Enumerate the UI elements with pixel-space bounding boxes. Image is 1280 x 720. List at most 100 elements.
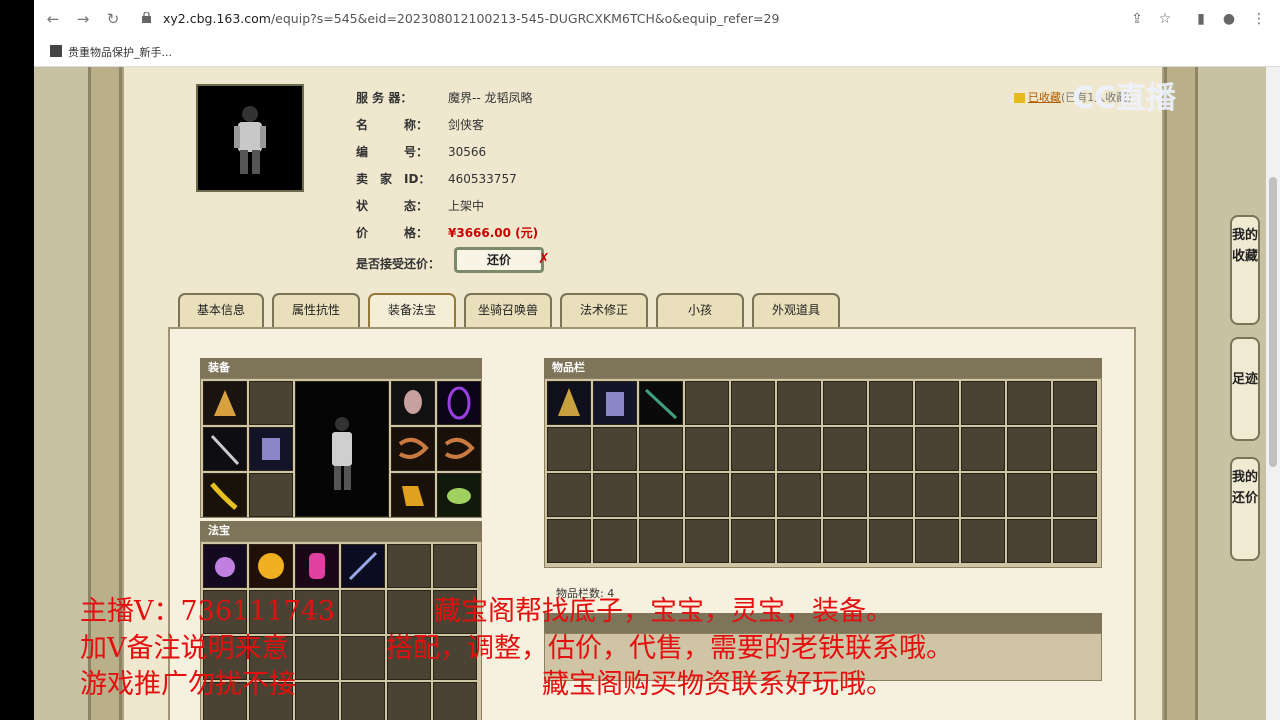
inventory-slot-empty[interactable] <box>777 427 821 471</box>
favorite-link[interactable]: 已收藏 <box>1028 91 1061 104</box>
inventory-slot-empty[interactable] <box>547 519 591 563</box>
inventory-slot-empty[interactable] <box>731 427 775 471</box>
inventory-slot-empty[interactable] <box>961 473 1005 517</box>
inventory-slot-empty[interactable] <box>1053 381 1097 425</box>
inventory-slot-empty[interactable] <box>685 381 729 425</box>
tab-appearance[interactable]: 外观道具 <box>752 293 840 327</box>
inventory-slot-empty[interactable] <box>593 473 637 517</box>
fabao-slot-empty[interactable] <box>433 682 477 720</box>
inventory-slot-empty[interactable] <box>915 381 959 425</box>
star-icon[interactable]: ☆ <box>1156 10 1174 28</box>
inventory-slot-empty[interactable] <box>593 427 637 471</box>
fabao-slot-empty[interactable] <box>387 544 431 588</box>
fabao-slot-empty[interactable] <box>341 590 385 634</box>
equip-slot-jade[interactable] <box>437 473 481 517</box>
fabao-slot[interactable] <box>341 544 385 588</box>
side-button-my-bargains[interactable]: 我的还价 <box>1230 457 1260 561</box>
field-status: 状 态： 上架中 <box>356 199 485 213</box>
address-bar[interactable]: xy2.cbg.163.com/equip?s=545&eid=20230801… <box>130 6 1190 32</box>
inventory-slot-empty[interactable] <box>1007 427 1051 471</box>
bargain-button[interactable]: 还价 <box>454 247 544 273</box>
equip-slot-bracelet-right[interactable] <box>437 427 481 471</box>
equip-slot-helmet[interactable] <box>203 381 247 425</box>
fabao-slot-empty[interactable] <box>341 636 385 680</box>
fabao-slot[interactable] <box>295 544 339 588</box>
inventory-slot-empty[interactable] <box>869 473 913 517</box>
inventory-slot-empty[interactable] <box>869 381 913 425</box>
inventory-slot-empty[interactable] <box>547 427 591 471</box>
inventory-slot-empty[interactable] <box>731 519 775 563</box>
back-arrow-icon[interactable]: ← <box>44 10 62 28</box>
inventory-slot-empty[interactable] <box>1053 473 1097 517</box>
side-button-footprint[interactable]: 足迹 <box>1230 337 1260 441</box>
equip-slot-shoes[interactable] <box>391 473 435 517</box>
tab-child[interactable]: 小孩 <box>656 293 744 327</box>
inventory-slot-empty[interactable] <box>823 473 867 517</box>
fabao-slot-empty[interactable] <box>387 682 431 720</box>
sidepanel-icon[interactable]: ▮ <box>1192 10 1210 28</box>
inventory-slot-empty[interactable] <box>777 473 821 517</box>
inventory-item[interactable] <box>547 381 591 425</box>
inventory-slot-empty[interactable] <box>777 381 821 425</box>
inventory-slot-empty[interactable] <box>915 473 959 517</box>
page-scrollbar[interactable] <box>1266 67 1280 720</box>
inventory-slot-empty[interactable] <box>961 381 1005 425</box>
inventory-slot-empty[interactable] <box>961 427 1005 471</box>
tab-equipment[interactable]: 装备法宝 <box>368 293 456 327</box>
equip-slot-armor[interactable] <box>249 427 293 471</box>
inventory-slot-empty[interactable] <box>823 427 867 471</box>
inventory-slot-empty[interactable] <box>639 519 683 563</box>
reload-icon[interactable]: ↻ <box>104 10 122 28</box>
inventory-slot-empty[interactable] <box>777 519 821 563</box>
inventory-slot-empty[interactable] <box>869 519 913 563</box>
tab-attributes[interactable]: 属性抗性 <box>272 293 360 327</box>
inventory-slot-empty[interactable] <box>685 473 729 517</box>
fabao-slot[interactable] <box>249 544 293 588</box>
inventory-item[interactable] <box>593 381 637 425</box>
inventory-slot-empty[interactable] <box>961 519 1005 563</box>
inventory-slot-empty[interactable] <box>639 473 683 517</box>
tab-mounts-pets[interactable]: 坐骑召唤兽 <box>464 293 552 327</box>
inventory-slot-empty[interactable] <box>593 519 637 563</box>
inventory-slot-empty[interactable] <box>823 519 867 563</box>
tab-spell-correction[interactable]: 法术修正 <box>560 293 648 327</box>
forward-arrow-icon[interactable]: → <box>74 10 92 28</box>
fabao-slot-empty[interactable] <box>433 544 477 588</box>
inventory-slot-empty[interactable] <box>1007 473 1051 517</box>
overlay-line1-left: 主播V：736111743 <box>80 596 336 627</box>
inventory-item[interactable] <box>639 381 683 425</box>
inventory-slot-empty[interactable] <box>1007 381 1051 425</box>
bookmark-item[interactable]: 贵重物品保护_新手... <box>68 44 172 60</box>
equip-slot-bracelet-left[interactable] <box>391 427 435 471</box>
profile-icon[interactable]: ● <box>1220 10 1238 28</box>
inventory-slot-empty[interactable] <box>1053 427 1097 471</box>
equip-slot-weapon[interactable] <box>203 427 247 471</box>
fabao-slot-empty[interactable] <box>295 636 339 680</box>
inventory-slot-empty[interactable] <box>915 427 959 471</box>
inventory-slot-empty[interactable] <box>639 427 683 471</box>
inventory-slot-empty[interactable] <box>869 427 913 471</box>
inventory-slot-empty[interactable] <box>547 473 591 517</box>
equip-slot-necklace[interactable] <box>437 381 481 425</box>
fabao-slot[interactable] <box>203 544 247 588</box>
inventory-slot-empty[interactable] <box>731 473 775 517</box>
fabao-slot-empty[interactable] <box>295 682 339 720</box>
equip-slot-empty[interactable] <box>249 381 293 425</box>
share-icon[interactable]: ⇪ <box>1128 10 1146 28</box>
inventory-slot-empty[interactable] <box>1053 519 1097 563</box>
side-button-my-favorites[interactable]: 我的收藏 <box>1230 215 1260 325</box>
inventory-slot-empty[interactable] <box>685 519 729 563</box>
inventory-slot-empty[interactable] <box>685 427 729 471</box>
fabao-slot-empty[interactable] <box>387 590 431 634</box>
equip-slot-empty[interactable] <box>249 473 293 517</box>
tab-basic-info[interactable]: 基本信息 <box>178 293 264 327</box>
scrollbar-thumb[interactable] <box>1269 177 1277 467</box>
inventory-slot-empty[interactable] <box>1007 519 1051 563</box>
inventory-slot-empty[interactable] <box>731 381 775 425</box>
equip-slot-mask[interactable] <box>391 381 435 425</box>
menu-icon[interactable]: ⋮ <box>1250 10 1268 28</box>
equip-slot-belt[interactable] <box>203 473 247 517</box>
inventory-slot-empty[interactable] <box>915 519 959 563</box>
fabao-slot-empty[interactable] <box>341 682 385 720</box>
inventory-slot-empty[interactable] <box>823 381 867 425</box>
